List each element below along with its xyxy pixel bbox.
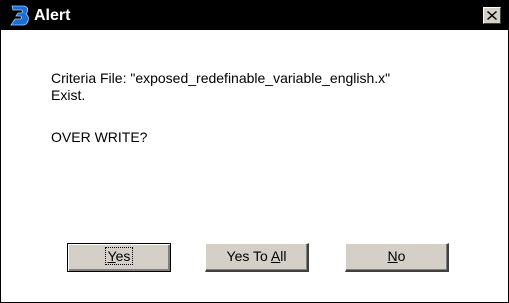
message-line-exist: Exist. bbox=[51, 87, 86, 103]
no-button-label: No bbox=[388, 248, 406, 264]
yes-to-all-label-post: ll bbox=[280, 248, 287, 264]
close-icon bbox=[487, 11, 497, 20]
yes-to-all-button-label: Yes To All bbox=[227, 248, 287, 264]
message-line-criteria: Criteria File: "exposed_redefinable_vari… bbox=[51, 70, 391, 86]
bentley-b-icon bbox=[9, 4, 31, 27]
yes-label-post: es bbox=[115, 248, 131, 264]
yes-to-all-label-pre: Yes To bbox=[226, 248, 271, 264]
yes-button[interactable]: Yes bbox=[67, 243, 171, 272]
close-button[interactable] bbox=[483, 7, 501, 24]
alert-dialog: Alert Criteria File: "exposed_redefinabl… bbox=[0, 0, 509, 303]
yes-to-all-button[interactable]: Yes To All bbox=[205, 243, 309, 272]
no-label-post: o bbox=[397, 248, 406, 264]
yes-to-all-mnemonic: A bbox=[270, 248, 281, 264]
message-line-overwrite: OVER WRITE? bbox=[51, 129, 148, 145]
no-button[interactable]: No bbox=[345, 243, 449, 272]
no-mnemonic: N bbox=[387, 248, 398, 264]
dialog-title: Alert bbox=[34, 7, 71, 24]
title-bar[interactable]: Alert bbox=[1, 1, 508, 30]
yes-mnemonic: Y bbox=[107, 248, 116, 264]
yes-button-label: Yes bbox=[104, 247, 134, 265]
